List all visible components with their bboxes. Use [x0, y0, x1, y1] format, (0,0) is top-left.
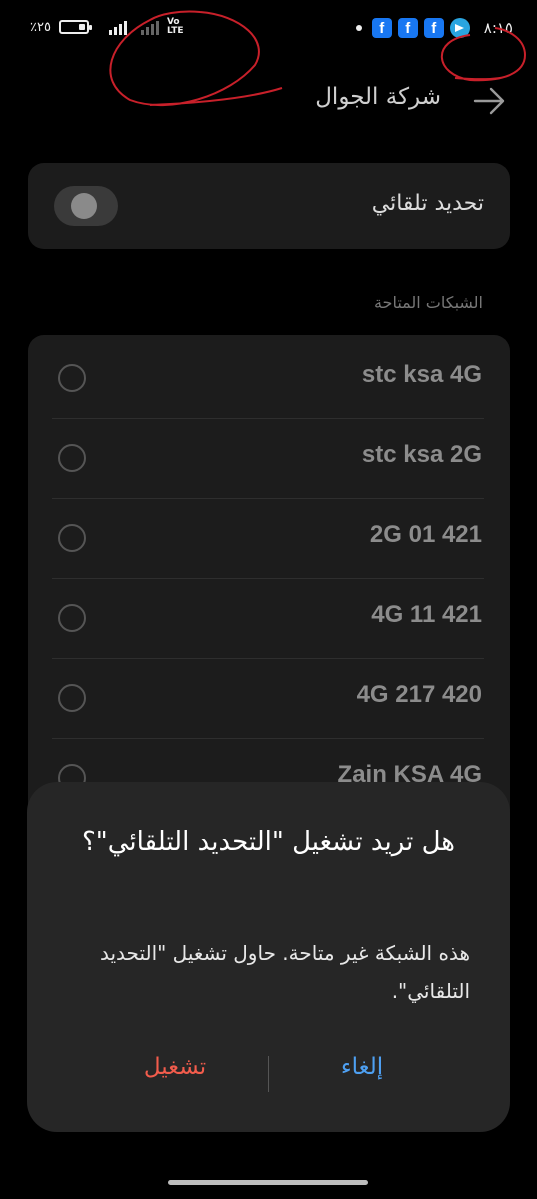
- list-item[interactable]: 2G 01 421: [52, 499, 484, 579]
- list-item[interactable]: 4G 11 421: [52, 579, 484, 659]
- network-name: 2G 01 421: [369, 521, 482, 548]
- radio-button[interactable]: [58, 524, 86, 552]
- home-indicator[interactable]: [168, 1180, 368, 1185]
- auto-select-row[interactable]: تحديد تلقائي: [28, 163, 510, 249]
- battery-icon: [58, 20, 92, 34]
- auto-select-toggle[interactable]: [54, 186, 118, 226]
- enable-button[interactable]: تشغيل: [75, 1054, 275, 1080]
- signal-icon: [108, 19, 127, 35]
- radio-button[interactable]: [58, 444, 86, 472]
- network-name: stc ksa 2G: [361, 441, 482, 468]
- network-name: stc ksa 4G: [361, 361, 482, 388]
- network-name: 4G 217 420: [356, 681, 482, 708]
- auto-select-label: تحديد تلقائي: [371, 191, 484, 216]
- notification-dot-icon: [355, 25, 362, 31]
- confirm-dialog: هل تريد تشغيل "التحديد التلقائي"؟ هذه ال…: [27, 782, 510, 1132]
- radio-button[interactable]: [58, 604, 86, 632]
- dialog-title: هل تريد تشغيل "التحديد التلقائي"؟: [81, 827, 456, 857]
- dialog-message: هذه الشبكة غير متاحة. حاول تشغيل "التحدي…: [99, 941, 470, 1003]
- network-list: stc ksa 4G stc ksa 2G 2G 01 421 4G 11 42…: [28, 335, 510, 855]
- radio-button[interactable]: [58, 684, 86, 712]
- cancel-button[interactable]: إلغاء: [262, 1054, 462, 1080]
- network-name: 4G 11 421: [371, 601, 482, 628]
- page-header: شركة الجوال: [0, 78, 537, 122]
- clock: ٨:١٥: [483, 19, 513, 37]
- status-bar: ٪٢٥ Vo LTE f f f ٨:١٥: [0, 0, 537, 60]
- facebook-icon: f: [397, 18, 418, 38]
- list-item[interactable]: stc ksa 2G: [52, 419, 484, 499]
- facebook-icon: f: [423, 18, 444, 38]
- battery-percent: ٪٢٥: [30, 19, 51, 35]
- toggle-knob: [71, 193, 97, 219]
- page-title: شركة الجوال: [315, 84, 441, 110]
- telegram-icon: [449, 18, 470, 38]
- radio-button[interactable]: [58, 364, 86, 392]
- available-networks-heading: الشبكات المتاحة: [373, 293, 483, 312]
- volte-icon: Vo LTE: [166, 17, 184, 36]
- signal-icon-secondary: [140, 19, 159, 35]
- facebook-icon: f: [371, 18, 392, 38]
- list-item[interactable]: 4G 217 420: [52, 659, 484, 739]
- list-item[interactable]: stc ksa 4G: [52, 339, 484, 419]
- arrow-right-icon[interactable]: [473, 86, 507, 116]
